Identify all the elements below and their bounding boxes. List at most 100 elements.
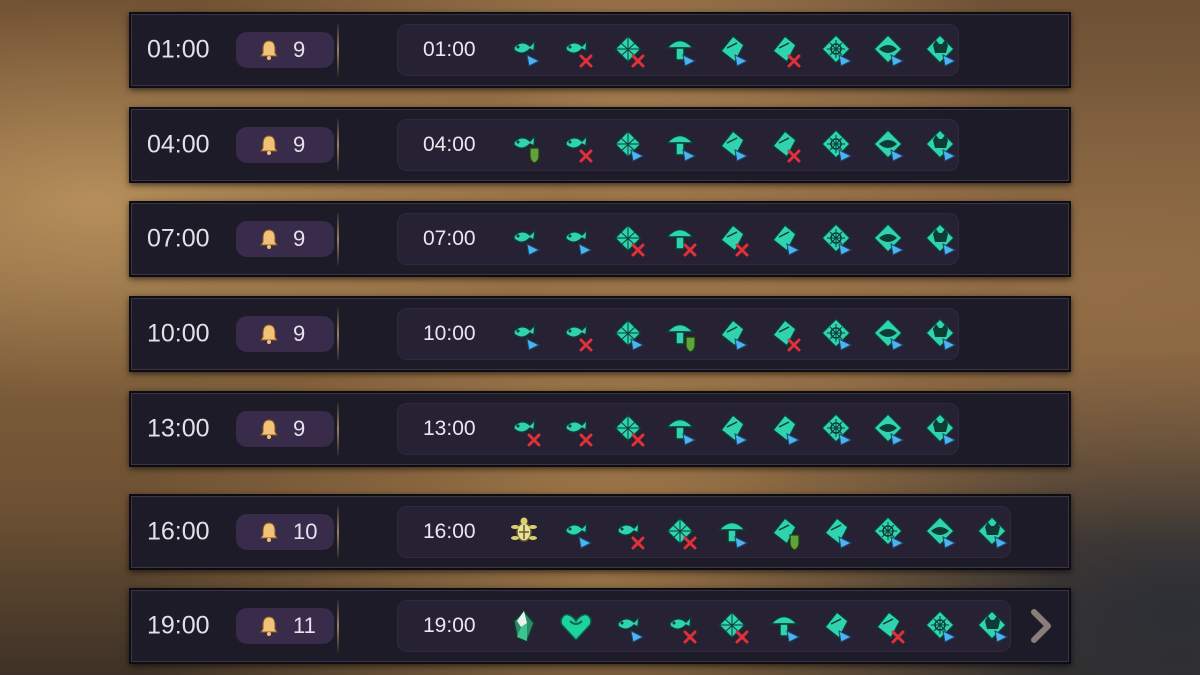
spirit-ray-icon[interactable] bbox=[869, 410, 907, 448]
spirit-fish-crossed-icon[interactable] bbox=[505, 410, 543, 448]
spirit-net-crossed-icon[interactable] bbox=[713, 607, 751, 645]
spirit-ray-icon[interactable] bbox=[869, 315, 907, 353]
bell-icon bbox=[260, 419, 278, 439]
spirit-shard-crossed-icon[interactable] bbox=[765, 31, 803, 69]
notification-count: 10 bbox=[293, 519, 318, 544]
spirit-mushroom-icon[interactable] bbox=[661, 410, 699, 448]
spirit-fish-icon[interactable] bbox=[505, 220, 543, 258]
spirit-flower-icon[interactable] bbox=[921, 607, 959, 645]
spirit-net-crossed-icon[interactable] bbox=[609, 220, 647, 258]
spirit-shard-icon[interactable] bbox=[817, 513, 855, 551]
spirit-fish-icon[interactable] bbox=[505, 315, 543, 353]
row-divider bbox=[337, 506, 339, 558]
row-divider bbox=[337, 119, 339, 171]
spirit-shard-crossed-icon[interactable] bbox=[713, 220, 751, 258]
spirit-shard-icon[interactable] bbox=[765, 220, 803, 258]
spirit-shard-icon[interactable] bbox=[713, 410, 751, 448]
spirit-cat-icon[interactable] bbox=[973, 607, 1011, 645]
spirit-fish-icon[interactable] bbox=[505, 31, 543, 69]
spirit-shard-crossed-icon[interactable] bbox=[765, 315, 803, 353]
crystal-icon[interactable] bbox=[505, 607, 543, 645]
turtle-icon[interactable] bbox=[505, 513, 543, 551]
row-divider bbox=[337, 600, 339, 652]
spirit-shard-crossed-icon[interactable] bbox=[869, 607, 907, 645]
spirit-cat-icon[interactable] bbox=[973, 513, 1011, 551]
spirit-flower-icon[interactable] bbox=[817, 31, 855, 69]
green-heart-icon[interactable] bbox=[557, 607, 595, 645]
notification-count-badge[interactable]: 9 bbox=[236, 221, 334, 257]
spirit-shard-icon[interactable] bbox=[713, 315, 751, 353]
spawn-panel: 04:00 bbox=[397, 119, 959, 171]
spirit-flower-icon[interactable] bbox=[817, 315, 855, 353]
spirit-ray-icon[interactable] bbox=[869, 31, 907, 69]
spirit-fish-crossed-icon[interactable] bbox=[557, 126, 595, 164]
spawn-panel: 01:00 bbox=[397, 24, 959, 76]
spirit-fish-crossed-icon[interactable] bbox=[557, 410, 595, 448]
spirit-fish-icon[interactable] bbox=[609, 607, 647, 645]
notification-count-badge[interactable]: 10 bbox=[236, 514, 334, 550]
row-divider bbox=[337, 308, 339, 360]
spirit-shard-icon[interactable] bbox=[713, 31, 751, 69]
spirit-net-icon[interactable] bbox=[609, 315, 647, 353]
row-divider bbox=[337, 213, 339, 265]
spirit-net-icon[interactable] bbox=[609, 126, 647, 164]
spirit-shard-icon[interactable] bbox=[817, 607, 855, 645]
row-time-label: 04:00 bbox=[147, 130, 210, 159]
notification-count: 9 bbox=[293, 416, 306, 441]
panel-time-label: 07:00 bbox=[423, 227, 476, 250]
spirit-ray-icon[interactable] bbox=[869, 220, 907, 258]
notification-count-badge[interactable]: 9 bbox=[236, 32, 334, 68]
notification-count-badge[interactable]: 9 bbox=[236, 411, 334, 447]
spawn-icon-list bbox=[505, 315, 959, 353]
spirit-mushroom-icon[interactable] bbox=[661, 31, 699, 69]
spirit-fish-crossed-icon[interactable] bbox=[557, 31, 595, 69]
spirit-mushroom-icon[interactable] bbox=[765, 607, 803, 645]
spirit-cat-icon[interactable] bbox=[921, 31, 959, 69]
spirit-mushroom-icon[interactable] bbox=[661, 126, 699, 164]
spirit-flower-icon[interactable] bbox=[869, 513, 907, 551]
schedule-row: 10:00 9 10:00 bbox=[129, 296, 1071, 372]
spirit-net-crossed-icon[interactable] bbox=[609, 410, 647, 448]
spirit-fish-crossed-icon[interactable] bbox=[557, 315, 595, 353]
notification-count-badge[interactable]: 9 bbox=[236, 127, 334, 163]
row-time-label: 07:00 bbox=[147, 224, 210, 253]
spirit-net-crossed-icon[interactable] bbox=[661, 513, 699, 551]
notification-count-badge[interactable]: 11 bbox=[236, 608, 334, 644]
spirit-cat-icon[interactable] bbox=[921, 410, 959, 448]
spirit-net-crossed-icon[interactable] bbox=[609, 31, 647, 69]
spirit-shard-icon[interactable] bbox=[713, 126, 751, 164]
spirit-fish-icon[interactable] bbox=[557, 220, 595, 258]
panel-time-label: 13:00 bbox=[423, 417, 476, 440]
next-page-chevron-icon[interactable] bbox=[1020, 606, 1060, 646]
spirit-mushroom-icon[interactable] bbox=[713, 513, 751, 551]
schedule-row: 16:00 10 16:00 bbox=[129, 494, 1071, 570]
spirit-ray-icon[interactable] bbox=[869, 126, 907, 164]
spawn-icon-list bbox=[505, 31, 959, 69]
spirit-fish-crossed-icon[interactable] bbox=[661, 607, 699, 645]
spirit-cat-icon[interactable] bbox=[921, 220, 959, 258]
spirit-fish-shield-icon[interactable] bbox=[505, 126, 543, 164]
notification-count: 9 bbox=[293, 132, 306, 157]
spirit-fish-crossed-icon[interactable] bbox=[609, 513, 647, 551]
spirit-flower-icon[interactable] bbox=[817, 410, 855, 448]
spirit-flower-icon[interactable] bbox=[817, 126, 855, 164]
row-time-label: 10:00 bbox=[147, 319, 210, 348]
spirit-shard-crossed-icon[interactable] bbox=[765, 126, 803, 164]
row-divider bbox=[337, 24, 339, 76]
row-time-label: 16:00 bbox=[147, 517, 210, 546]
spirit-shard-shield-icon[interactable] bbox=[765, 513, 803, 551]
spirit-shard-icon[interactable] bbox=[765, 410, 803, 448]
spirit-mushroom-shield-icon[interactable] bbox=[661, 315, 699, 353]
notification-count-badge[interactable]: 9 bbox=[236, 316, 334, 352]
spirit-mushroom-crossed-icon[interactable] bbox=[661, 220, 699, 258]
spawn-icon-list bbox=[505, 220, 959, 258]
spirit-flower-icon[interactable] bbox=[817, 220, 855, 258]
spawn-panel: 19:00 bbox=[397, 600, 1011, 652]
schedule-row: 19:00 11 19:00 bbox=[129, 588, 1071, 664]
bell-icon bbox=[260, 40, 278, 60]
spirit-cat-icon[interactable] bbox=[921, 315, 959, 353]
spirit-fish-icon[interactable] bbox=[557, 513, 595, 551]
schedule-row: 01:00 9 01:00 bbox=[129, 12, 1071, 88]
spirit-ray-icon[interactable] bbox=[921, 513, 959, 551]
spirit-cat-icon[interactable] bbox=[921, 126, 959, 164]
